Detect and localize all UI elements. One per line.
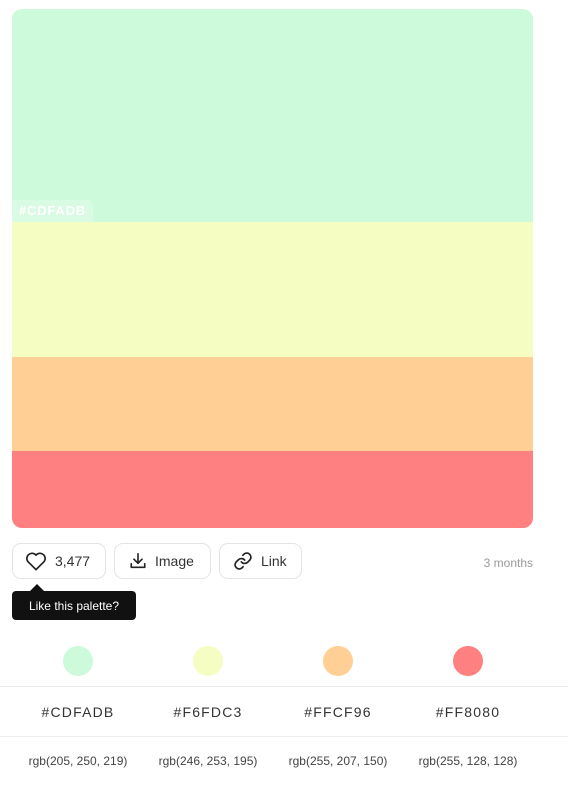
link-icon — [233, 551, 253, 571]
heart-icon — [25, 551, 47, 571]
color-band-4[interactable] — [12, 451, 533, 528]
rgb-code-1[interactable]: rgb(205, 250, 219) — [13, 754, 143, 768]
color-band-2[interactable] — [12, 222, 533, 357]
like-tooltip: Like this palette? — [12, 591, 136, 620]
tooltip-arrow — [30, 584, 44, 591]
color-dot-3[interactable] — [323, 646, 353, 676]
hex-code-4[interactable]: #FF8080 — [403, 704, 533, 720]
color-band-1[interactable]: #CDFADB — [12, 9, 533, 222]
divider-top — [0, 686, 568, 687]
rgb-code-4[interactable]: rgb(255, 128, 128) — [403, 754, 533, 768]
rgb-code-3[interactable]: rgb(255, 207, 150) — [273, 754, 403, 768]
palette-card[interactable]: #CDFADB — [12, 9, 533, 528]
color-dot-2[interactable] — [193, 646, 223, 676]
time-ago: 3 months — [483, 556, 533, 570]
link-button-label: Link — [261, 553, 287, 569]
like-button[interactable]: 3,477 — [12, 543, 106, 579]
rgb-code-2[interactable]: rgb(246, 253, 195) — [143, 754, 273, 768]
download-icon — [129, 552, 147, 570]
hex-code-2[interactable]: #F6FDC3 — [143, 704, 273, 720]
hex-code-3[interactable]: #FFCF96 — [273, 704, 403, 720]
color-dot-1[interactable] — [63, 646, 93, 676]
image-button-label: Image — [155, 553, 194, 569]
divider-bottom — [0, 736, 568, 737]
color-dot-4[interactable] — [453, 646, 483, 676]
color-band-hex-label: #CDFADB — [12, 200, 93, 222]
color-band-3[interactable] — [12, 357, 533, 451]
image-download-button[interactable]: Image — [114, 543, 211, 579]
hex-code-1[interactable]: #CDFADB — [13, 704, 143, 720]
copy-link-button[interactable]: Link — [219, 543, 302, 579]
like-count: 3,477 — [55, 553, 91, 569]
